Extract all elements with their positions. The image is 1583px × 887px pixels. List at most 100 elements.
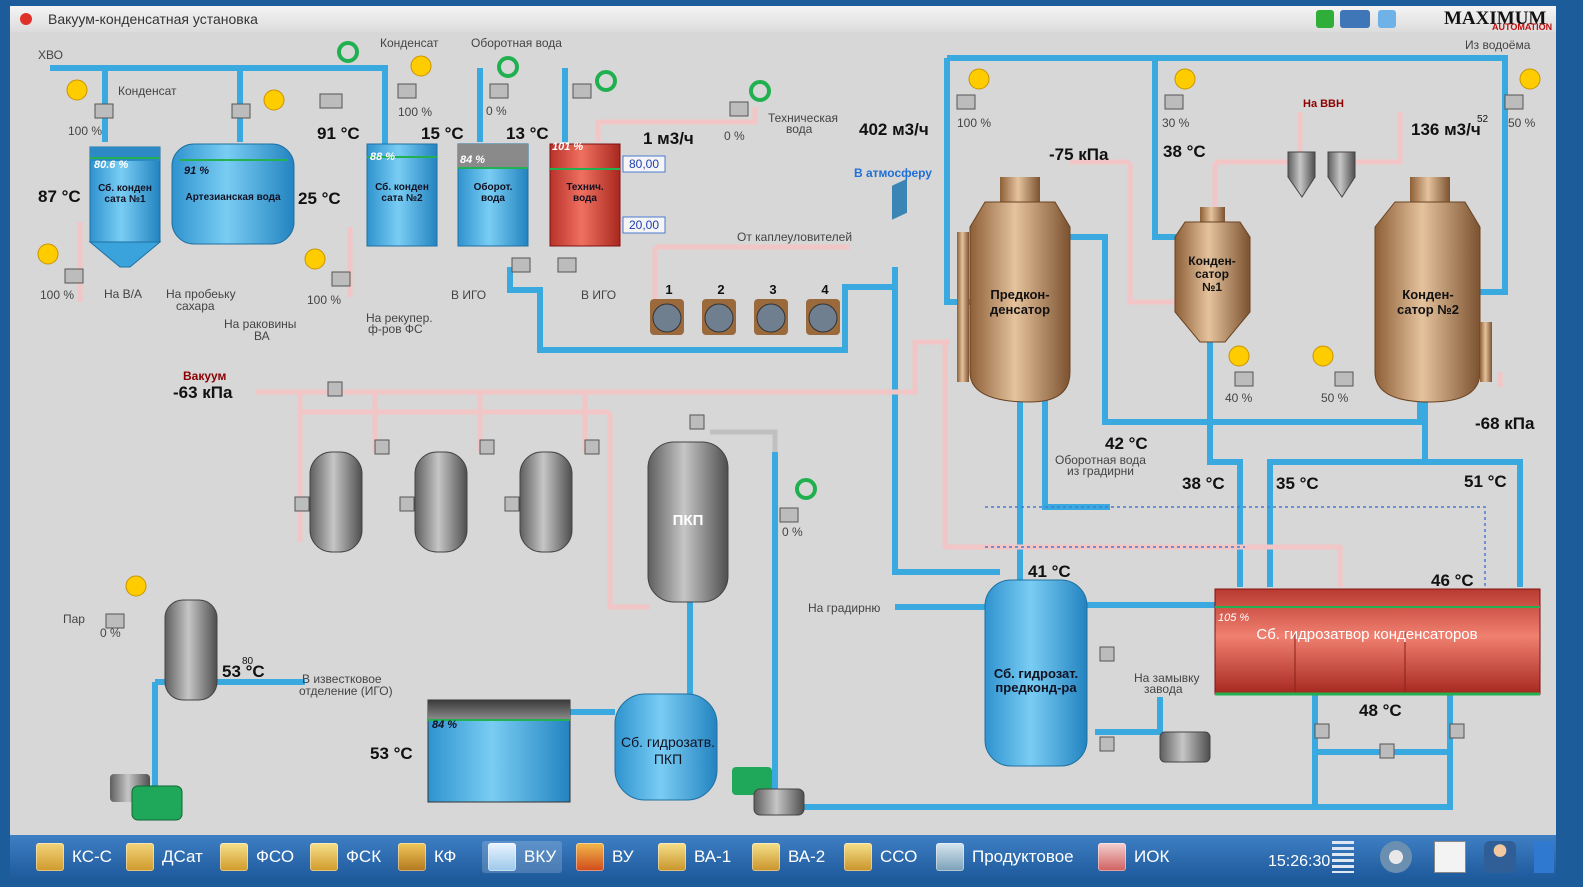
svg-text:Технич.: Технич. [566, 182, 604, 193]
svg-text:сахара: сахара [176, 299, 215, 313]
svg-text:Конденсат: Конденсат [380, 36, 439, 50]
svg-text:0 %: 0 % [100, 626, 121, 640]
send-icon[interactable] [1378, 10, 1396, 28]
svg-text:На градирню: На градирню [808, 601, 880, 615]
task-kf[interactable]: КФ [398, 841, 456, 873]
svg-text:вода: вода [573, 193, 597, 204]
task-iok[interactable]: ИОК [1098, 841, 1169, 873]
svg-text:0 %: 0 % [782, 525, 803, 539]
svg-text:предконд-ра: предконд-ра [995, 680, 1077, 695]
pump-3-label: 3 [769, 282, 776, 297]
svg-text:ф-ров ФС: ф-ров ФС [368, 322, 423, 336]
chart-icon[interactable] [1434, 841, 1466, 873]
svg-text:80: 80 [242, 656, 254, 667]
app-window: Вакуум-конденсатная установка MAXIMUM AUT… [0, 0, 1583, 887]
task-va2[interactable]: ВА-2 [752, 841, 825, 873]
svg-text:52: 52 [1477, 114, 1489, 125]
svg-text:100 %: 100 % [40, 288, 74, 302]
iok-icon [1098, 843, 1126, 871]
ks-s-icon [36, 843, 64, 871]
produktovoe-icon [936, 843, 964, 871]
window-close-icon[interactable] [20, 13, 32, 25]
svg-text:100 %: 100 % [307, 293, 341, 307]
task-sso[interactable]: ССО [844, 841, 917, 873]
operator-icon[interactable] [1340, 10, 1370, 28]
svg-text:Сб. гидрозатв.: Сб. гидрозатв. [621, 734, 715, 750]
svg-text:13 °C: 13 °C [506, 124, 549, 143]
svg-text:сата №2: сата №2 [381, 193, 423, 204]
task-produktovoe[interactable]: Продуктовое [936, 841, 1074, 873]
svg-text:сатор №2: сатор №2 [1397, 302, 1459, 317]
vacuum-pumps[interactable] [650, 299, 840, 335]
vku-icon [488, 843, 516, 871]
task-fso[interactable]: ФСО [220, 841, 294, 873]
svg-text:105 %: 105 % [1218, 612, 1249, 624]
user-icon[interactable] [1484, 841, 1516, 873]
svg-text:На В/А: На В/А [104, 287, 142, 301]
task-dsat[interactable]: ДСат [126, 841, 203, 873]
atmosphere-vent [892, 178, 907, 220]
company-logo: MAXIMUM AUTOMATION [1444, 8, 1553, 32]
svg-text:100 %: 100 % [398, 105, 432, 119]
svg-text:48 °C: 48 °C [1359, 701, 1402, 720]
fso-icon [220, 843, 248, 871]
svg-text:Конденсат: Конденсат [118, 84, 177, 98]
task-va1[interactable]: ВА-1 [658, 841, 731, 873]
pressure-reading: -75 кПа [1049, 145, 1109, 164]
svg-text:вода: вода [786, 122, 813, 136]
task-ks-s[interactable]: КС-С [36, 841, 112, 873]
network-icon[interactable] [1534, 841, 1554, 873]
svg-text:84 %: 84 % [432, 719, 457, 731]
svg-text:Конден-: Конден- [1188, 254, 1235, 268]
svg-text:Сб. гидрозатвор конденсаторов: Сб. гидрозатвор конденсаторов [1256, 626, 1477, 643]
task-vku[interactable]: ВКУ [482, 841, 563, 873]
process-mimic: 80.6 % Сб. конден сата №1 91 % Артезианс… [10, 32, 1556, 835]
vu-icon [576, 843, 604, 871]
svg-text:Конден-: Конден- [1402, 287, 1453, 302]
svg-text:Предкон-: Предкон- [990, 287, 1049, 302]
svg-text:Сб. конден: Сб. конден [98, 182, 152, 194]
settings-icon[interactable] [1380, 841, 1412, 873]
tank-bottom[interactable] [427, 699, 571, 803]
svg-text:46 °C: 46 °C [1431, 571, 1474, 590]
menu-icon[interactable] [1332, 841, 1354, 873]
svg-text:0 %: 0 % [724, 129, 745, 143]
svg-text:денсатор: денсатор [990, 302, 1050, 317]
svg-text:100 %: 100 % [957, 116, 991, 130]
svg-text:Оборотная вода: Оборотная вода [471, 36, 562, 50]
svg-text:101 %: 101 % [552, 141, 583, 153]
temp-reading: 87 °C [38, 187, 81, 206]
svg-text:из градирни: из градирни [1067, 464, 1134, 478]
svg-text:Из водоёма: Из водоёма [1465, 38, 1531, 52]
svg-text:№1: №1 [1202, 280, 1222, 294]
svg-text:вода: вода [481, 193, 505, 204]
svg-text:25 °C: 25 °C [298, 189, 341, 208]
svg-text:1 м3/ч: 1 м3/ч [643, 129, 694, 148]
svg-text:91 °C: 91 °C [317, 124, 360, 143]
svg-text:отделение (ИГО): отделение (ИГО) [299, 684, 393, 698]
dsat-icon [126, 843, 154, 871]
svg-text:Сб. гидрозат.: Сб. гидрозат. [994, 666, 1078, 681]
task-fsk[interactable]: ФСК [310, 841, 381, 873]
svg-text:В ИГО: В ИГО [451, 288, 486, 302]
svg-text:42 °C: 42 °C [1105, 434, 1148, 453]
atmosphere-label: В атмосферу [854, 166, 932, 180]
svg-text:ПКП: ПКП [673, 512, 704, 529]
svg-text:0 %: 0 % [486, 104, 507, 118]
svg-text:15 °C: 15 °C [421, 124, 464, 143]
fsk-icon [310, 843, 338, 871]
svg-text:-68 кПа: -68 кПа [1475, 414, 1535, 433]
task-vu[interactable]: ВУ [576, 841, 634, 873]
svg-text:Пар: Пар [63, 612, 85, 626]
svg-text:От каплеуловителей: От каплеуловителей [737, 230, 852, 244]
svg-text:Сб. конден: Сб. конден [375, 181, 429, 193]
pump-4-label: 4 [821, 282, 829, 297]
svg-text:Оборот.: Оборот. [474, 181, 513, 193]
svg-text:В ИГО: В ИГО [581, 288, 616, 302]
title-bar: Вакуум-конденсатная установка MAXIMUM AUT… [10, 6, 1556, 33]
svg-text:50 %: 50 % [1321, 391, 1349, 405]
svg-text:На ВВН: На ВВН [1303, 98, 1344, 110]
svg-text:ВА: ВА [254, 329, 270, 343]
svg-text:-63 кПа: -63 кПа [173, 383, 233, 402]
plus-icon[interactable] [1316, 10, 1334, 28]
